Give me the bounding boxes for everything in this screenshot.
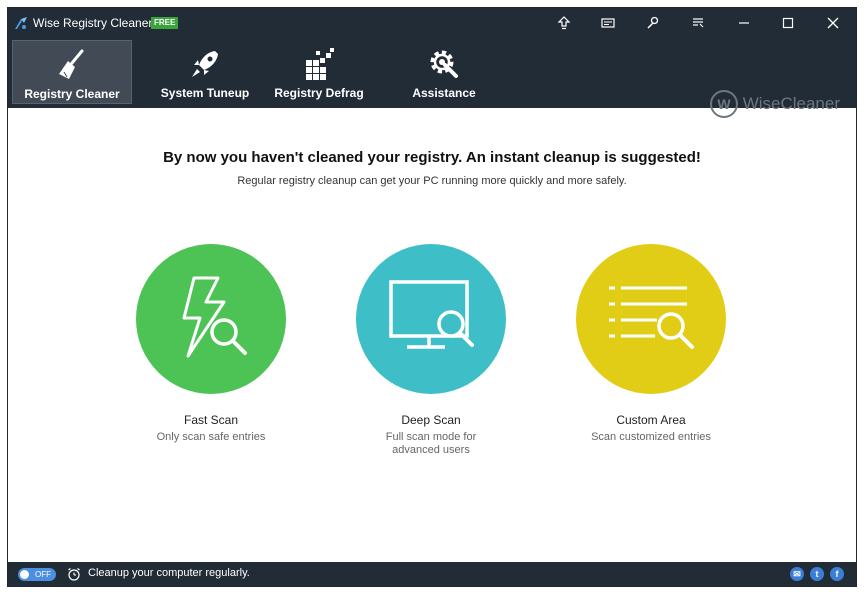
fast-scan-title: Fast Scan xyxy=(183,413,239,427)
deep-scan-title: Deep Scan xyxy=(401,413,461,427)
toggle-knob xyxy=(20,570,29,579)
title-bar: Wise Registry Cleaner 9 FREE xyxy=(8,8,856,38)
deep-scan-description: Full scan mode for advanced users xyxy=(385,431,477,456)
message-button[interactable] xyxy=(598,13,618,33)
tools-button[interactable] xyxy=(642,13,662,33)
twitter-icon[interactable]: t xyxy=(810,567,824,581)
page-headline: By now you haven't cleaned your registry… xyxy=(163,149,701,166)
tools-icon xyxy=(647,16,659,29)
custom-area-description: Scan customized entries xyxy=(591,431,711,443)
toggle-state: OFF xyxy=(35,570,51,579)
custom-area-title: Custom Area xyxy=(616,413,686,427)
maximize-icon xyxy=(782,17,794,29)
upgrade-icon xyxy=(557,16,571,30)
wisecleaner-logo[interactable]: W WiseCleaner xyxy=(709,89,840,119)
facebook-icon[interactable]: f xyxy=(830,567,844,581)
tab-label: Assistance xyxy=(412,86,476,100)
tab-system-tuneup[interactable]: System Tuneup xyxy=(145,40,265,104)
minimize-button[interactable] xyxy=(734,13,754,33)
mail-icon[interactable]: ✉ xyxy=(790,567,804,581)
tab-label: Registry Defrag xyxy=(274,86,364,100)
lightning-search-icon xyxy=(182,276,247,358)
deep-scan-option[interactable]: Deep Scan Full scan mode for advanced us… xyxy=(331,244,531,457)
custom-area-circle[interactable] xyxy=(576,244,726,394)
app-logo-icon xyxy=(15,17,27,29)
fast-scan-circle[interactable] xyxy=(136,244,286,394)
rocket-icon xyxy=(187,47,223,81)
alarm-clock-icon[interactable] xyxy=(67,567,81,581)
deep-scan-circle[interactable] xyxy=(356,244,506,394)
list-search-icon xyxy=(609,286,694,349)
monitor-search-icon xyxy=(389,280,474,349)
status-message: Cleanup your computer regularly. xyxy=(88,567,250,579)
free-badge: FREE xyxy=(151,17,179,29)
main-toolbar: Registry Cleaner System Tuneup Registry … xyxy=(8,38,856,118)
app-title: Wise Registry Cleaner 9 xyxy=(33,16,163,30)
fast-scan-option[interactable]: Fast Scan Only scan safe entries xyxy=(111,244,311,444)
close-button[interactable] xyxy=(823,13,843,33)
tab-assistance[interactable]: Assistance xyxy=(384,40,504,104)
upgrade-button[interactable] xyxy=(554,13,574,33)
menu-icon xyxy=(693,18,704,28)
scheduled-cleanup-toggle[interactable]: OFF xyxy=(18,568,56,581)
brand-name: WiseCleaner xyxy=(742,94,840,113)
minimize-icon xyxy=(739,22,749,24)
message-icon xyxy=(601,18,615,28)
broom-icon xyxy=(54,48,90,82)
fast-scan-description: Only scan safe entries xyxy=(156,431,266,443)
tab-label: System Tuneup xyxy=(160,86,250,100)
app-window: Wise Registry Cleaner 9 FREE Registry Cl… xyxy=(7,7,857,587)
status-bar: OFF Cleanup your computer regularly. ✉ t… xyxy=(8,562,856,586)
tab-label: Registry Cleaner xyxy=(24,87,120,101)
tab-registry-defrag[interactable]: Registry Defrag xyxy=(259,40,379,104)
tab-registry-cleaner[interactable]: Registry Cleaner xyxy=(12,40,132,104)
menu-button[interactable] xyxy=(688,13,708,33)
wisecleaner-logo-icon: W xyxy=(709,90,738,118)
maximize-button[interactable] xyxy=(778,13,798,33)
custom-area-option[interactable]: Custom Area Scan customized entries xyxy=(551,244,751,444)
svg-text:W: W xyxy=(717,96,731,112)
gear-wrench-icon xyxy=(426,47,462,81)
defrag-icon xyxy=(301,47,337,81)
page-subline: Regular registry cleanup can get your PC… xyxy=(237,175,627,187)
close-icon xyxy=(827,17,839,29)
